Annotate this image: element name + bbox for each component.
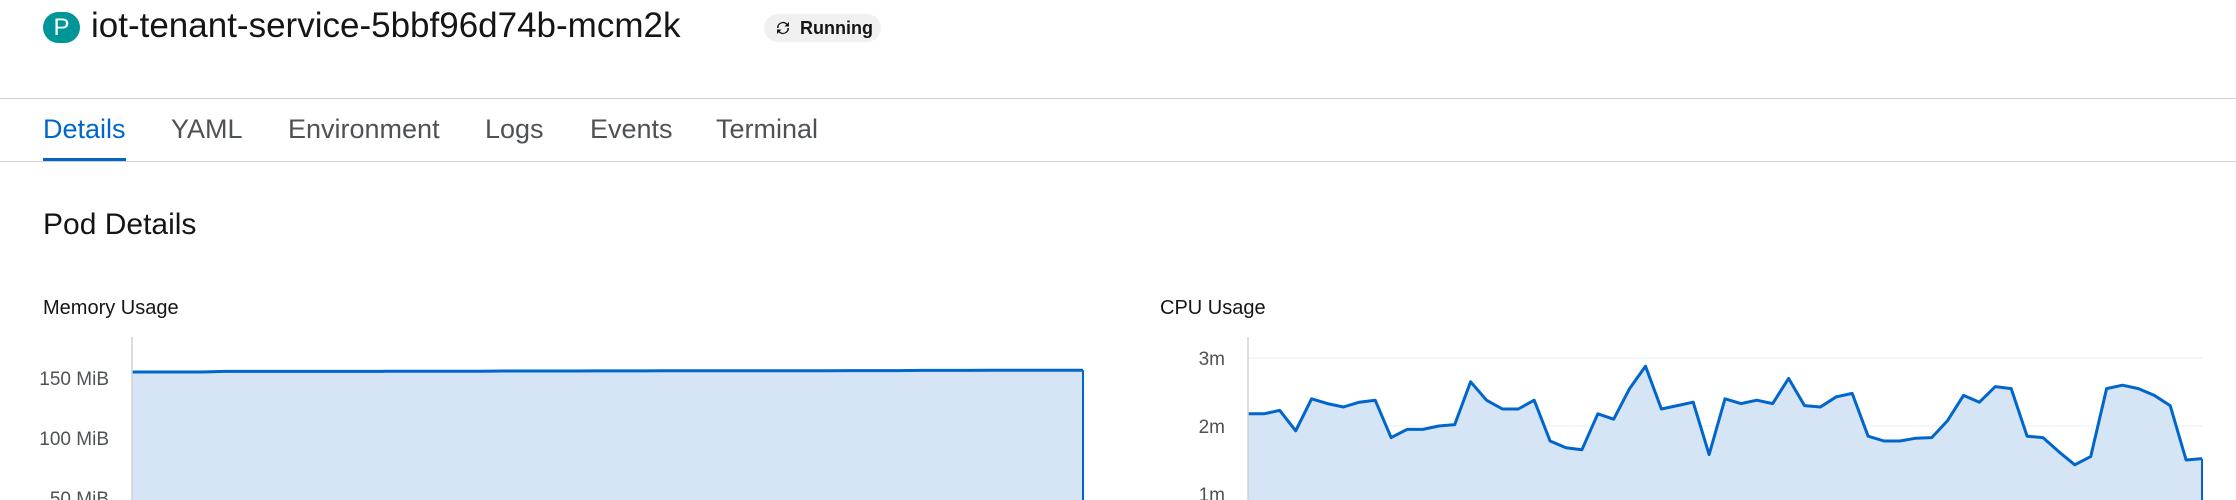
- tab-events[interactable]: Events: [590, 99, 673, 162]
- series-area: [1248, 366, 2202, 500]
- tab-bar: Details YAML Environment Logs Events Ter…: [0, 99, 2236, 162]
- pod-resource-badge: P: [43, 12, 80, 43]
- y-tick-label: 1m: [1199, 485, 1225, 500]
- tab-details[interactable]: Details: [43, 99, 126, 162]
- page-header: P iot-tenant-service-5bbf96d74b-mcm2k Ru…: [0, 0, 2236, 99]
- y-tick-label: 150 MiB: [39, 369, 109, 390]
- memory-usage-chart: 150 MiB 100 MiB 50 MiB: [39, 337, 1084, 500]
- cpu-chart-title: CPU Usage: [1160, 297, 1266, 319]
- tab-logs[interactable]: Logs: [485, 99, 544, 162]
- cpu-usage-chart: 3m 2m 1m: [1199, 337, 2203, 500]
- series-area: [132, 370, 1083, 500]
- memory-chart-title: Memory Usage: [43, 297, 179, 319]
- sync-icon: [777, 22, 789, 34]
- y-tick-label: 3m: [1199, 349, 1225, 370]
- status-badge: Running: [764, 14, 881, 42]
- tab-environment[interactable]: Environment: [288, 99, 440, 162]
- tabs-divider: [0, 161, 2236, 162]
- y-tick-label: 50 MiB: [50, 489, 109, 500]
- tab-yaml[interactable]: YAML: [171, 99, 243, 162]
- series-line: [132, 368, 1083, 374]
- status-label: Running: [800, 18, 873, 38]
- page-title: iot-tenant-service-5bbf96d74b-mcm2k: [91, 6, 681, 45]
- y-tick-label: 100 MiB: [39, 429, 109, 450]
- section-title: Pod Details: [43, 208, 197, 241]
- tab-terminal[interactable]: Terminal: [716, 99, 818, 162]
- y-tick-label: 2m: [1199, 417, 1225, 438]
